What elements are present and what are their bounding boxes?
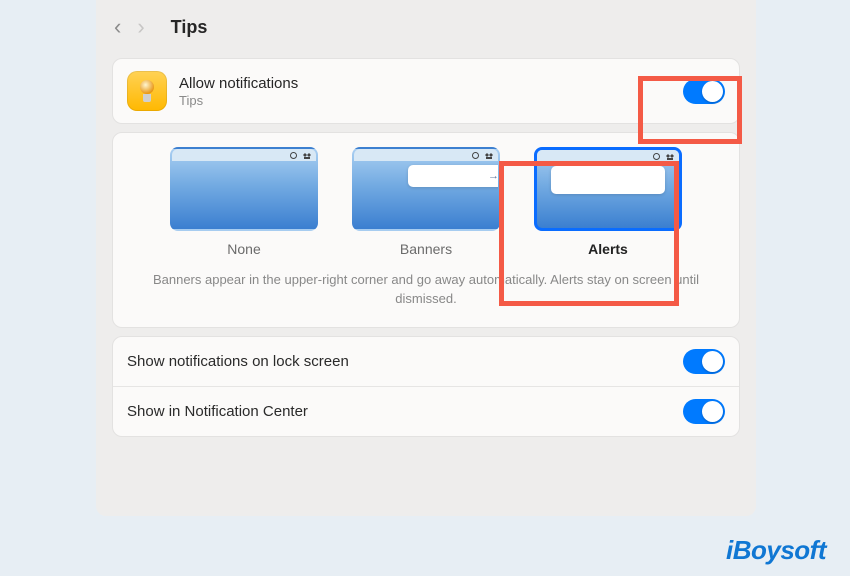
search-icon [653, 153, 662, 160]
forward-button[interactable]: › [137, 14, 144, 40]
preview-banners: → [352, 147, 500, 231]
setting-lock-screen-label: Show notifications on lock screen [127, 353, 349, 370]
style-option-banners[interactable]: → Banners [352, 147, 500, 257]
style-option-alerts[interactable]: Alerts [534, 147, 682, 257]
back-button[interactable]: ‹ [114, 14, 121, 40]
control-center-icon [484, 152, 494, 159]
control-center-icon [302, 152, 312, 159]
tips-app-icon [127, 71, 167, 111]
alert-preview-shape [551, 166, 665, 194]
allow-notifications-card: Allow notifications Tips [112, 58, 740, 124]
style-option-none[interactable]: None [170, 147, 318, 257]
lightbulb-icon [139, 80, 155, 102]
banner-preview-shape: → [408, 165, 500, 187]
preview-none [170, 147, 318, 231]
preview-alerts [534, 147, 682, 231]
search-icon [472, 152, 481, 159]
style-label-banners: Banners [400, 241, 452, 257]
page-title: Tips [171, 17, 208, 38]
settings-panel: ‹ › Tips Allow notifications Tips [96, 0, 756, 516]
lock-screen-toggle[interactable] [683, 349, 725, 374]
style-label-none: None [227, 241, 260, 257]
watermark-logo: iBoysoft [726, 535, 826, 566]
arrow-right-icon: → [488, 170, 499, 182]
control-center-icon [665, 153, 675, 160]
allow-notifications-toggle[interactable] [683, 79, 725, 104]
setting-notification-center: Show in Notification Center [113, 386, 739, 436]
allow-labels: Allow notifications Tips [179, 75, 683, 108]
allow-title: Allow notifications [179, 75, 683, 92]
additional-settings-card: Show notifications on lock screen Show i… [112, 336, 740, 437]
allow-notifications-row: Allow notifications Tips [113, 59, 739, 123]
alert-style-card: None → Banners [112, 132, 740, 328]
notification-center-toggle[interactable] [683, 399, 725, 424]
alert-style-options: None → Banners [127, 147, 725, 257]
alert-style-description: Banners appear in the upper-right corner… [127, 263, 725, 311]
style-label-alerts: Alerts [588, 241, 628, 257]
header-bar: ‹ › Tips [96, 0, 756, 50]
search-icon [290, 152, 299, 159]
setting-lock-screen: Show notifications on lock screen [113, 337, 739, 386]
allow-subtitle: Tips [179, 93, 683, 108]
setting-notification-center-label: Show in Notification Center [127, 403, 308, 420]
